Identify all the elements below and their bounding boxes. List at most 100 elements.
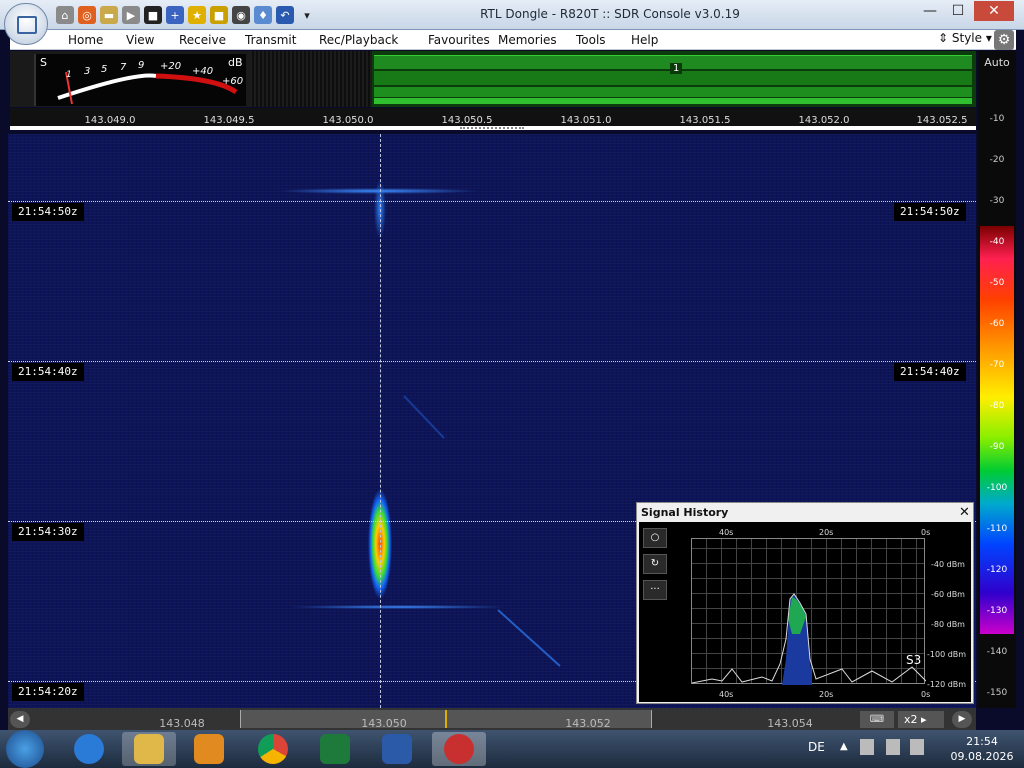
freq-tick-label: 143.050.0 [322,115,374,126]
app-menu-button[interactable] [4,3,48,45]
db-tick: -60 [989,319,1005,329]
signal-history-plot: S3 [691,538,926,685]
db-scale[interactable]: Auto -10 -20 -30 -40 -50 -60 -70 -80 -90… [978,51,1016,708]
style-menu[interactable]: ⇕ Style ▾ [938,31,992,45]
band-overview[interactable]: 1 [372,51,976,107]
menu-transmit[interactable]: Transmit [245,33,296,47]
camera-icon[interactable]: ◉ [232,6,250,24]
menu-rec-playback[interactable]: Rec/Playback [319,33,398,47]
tray-expand-icon[interactable]: ▲ [840,741,848,752]
undo-icon[interactable]: ↶ [276,6,294,24]
scroll-left-icon[interactable]: ◀ [10,711,30,728]
time-axis-label: 40s [719,690,734,699]
clock-time[interactable]: 21:54 [944,735,1020,748]
excel-icon[interactable] [308,732,362,766]
time-axis-label: 20s [819,528,834,537]
meter-scale-label: +40 [192,66,214,77]
meter-scale-label: 9 [138,60,145,71]
meter-scale-label: 5 [101,64,108,75]
lifebuoy-icon[interactable]: ◎ [78,6,96,24]
splitter-handle[interactable] [460,127,524,130]
bottom-freq-label: 143.052 [565,717,611,730]
tray-action-center-icon[interactable] [910,739,924,755]
drop-icon[interactable]: ♦ [254,6,272,24]
style-label: Style [951,31,983,45]
time-axis-label: 0s [921,528,931,537]
band-marker[interactable]: 1 [670,63,683,74]
freq-tick-label: 143.052.5 [916,115,968,126]
maximize-button[interactable]: ☐ [944,1,972,21]
band-segment [374,98,972,104]
db-tick: -120 [986,565,1008,575]
meter-scale-label: +60 [222,76,244,87]
word-icon[interactable] [370,732,424,766]
frequency-ruler[interactable]: 143.049.0 143.049.5 143.050.0 143.050.5 … [10,108,976,130]
more-options-button[interactable]: ··· [643,580,667,600]
sdr-console-icon[interactable] [432,732,486,766]
bottom-frequency-bar[interactable]: ◀ 143.048 143.050 143.052 143.054 ⌨ x2 ▸… [8,708,976,730]
lock-icon[interactable]: ■ [210,6,228,24]
dbm-label: -80 dBm [931,620,965,629]
db-tick: -140 [986,647,1008,657]
add-icon[interactable]: + [166,6,184,24]
bottom-freq-label: 143.048 [159,717,205,730]
folder-icon[interactable]: ▬ [100,6,118,24]
freq-tick-label: 143.050.5 [441,115,493,126]
menu-home[interactable]: Home [68,33,103,47]
db-tick: -80 [989,401,1005,411]
tray-network-icon[interactable] [886,739,900,755]
dbm-label: -100 dBm [927,650,967,659]
favourite-star-icon[interactable]: ★ [188,6,206,24]
settings-gear-icon[interactable]: ⚙ [994,30,1014,50]
media-player-icon[interactable] [182,732,236,766]
tuning-marker [445,710,447,728]
zoom-selector[interactable]: x2 ▸ [898,711,944,728]
db-tick: -70 [989,360,1005,370]
freq-tick-label: 143.051.5 [679,115,731,126]
clock-date[interactable]: 09.08.2026 [944,750,1020,763]
db-tick: -110 [986,524,1008,534]
ribbon-menu: Home View Receive Transmit Rec/Playback … [10,30,1016,50]
menu-tools[interactable]: Tools [576,33,606,47]
internet-explorer-icon[interactable] [62,732,116,766]
chrome-icon[interactable] [246,732,300,766]
dbm-label: -120 dBm [927,680,967,689]
chevron-down-icon: ▾ [982,31,992,45]
db-tick: -130 [986,606,1008,616]
record-button[interactable]: ○ [643,528,667,548]
stop-icon[interactable]: ■ [144,6,162,24]
freq-tick-label: 143.052.0 [798,115,850,126]
meter-scale-label: 1 [66,70,72,80]
taskbar: DE ▲ 21:54 09.08.2026 [0,730,1024,768]
play-icon[interactable]: ▶ [122,6,140,24]
file-explorer-icon[interactable] [122,732,176,766]
dbm-label: -60 dBm [931,590,965,599]
close-icon[interactable]: ✕ [959,505,970,520]
bottom-freq-label: 143.050 [361,717,407,730]
scroll-right-icon[interactable]: ▶ [952,711,972,728]
app-logo-icon [17,16,37,34]
menu-receive[interactable]: Receive [179,33,226,47]
db-tick: -20 [989,155,1005,165]
auto-scale-button[interactable]: Auto [978,56,1016,69]
style-icon: ⇕ [938,31,952,45]
meter-scale-label: +20 [160,61,182,72]
language-indicator[interactable]: DE [808,740,825,754]
keyboard-icon[interactable]: ⌨ [860,711,894,728]
start-button[interactable] [6,730,44,768]
close-button[interactable]: ✕ [974,1,1014,21]
menu-help[interactable]: Help [631,33,658,47]
menu-favourites[interactable]: Favourites [428,33,490,47]
tray-app-icon[interactable] [860,739,874,755]
menu-view[interactable]: View [126,33,154,47]
menu-memories[interactable]: Memories [498,33,557,47]
band-segment [374,87,972,97]
level-bar-panel [250,51,372,107]
minimize-button[interactable]: — [916,1,944,21]
bottom-freq-label: 143.054 [767,717,813,730]
freq-tick-label: 143.049.5 [203,115,255,126]
db-label: dB [228,56,243,69]
refresh-button[interactable]: ↻ [643,554,667,574]
meter-scale-label: 7 [120,62,127,73]
home-icon[interactable]: ⌂ [56,6,74,24]
